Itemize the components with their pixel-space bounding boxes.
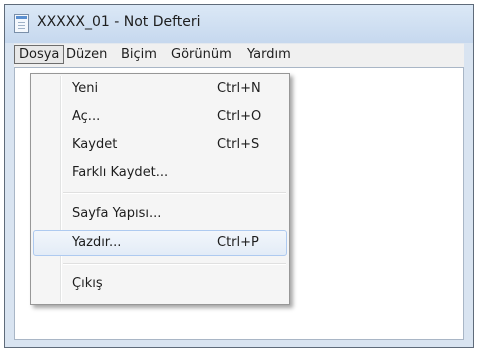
menu-bar: Dosya Düzen Biçim Görünüm Yardım (14, 43, 464, 68)
menu-dosya[interactable]: Dosya (14, 45, 65, 64)
menu-item-label: Sayfa Yapısı... (72, 206, 162, 221)
menu-item-label: Çıkış (72, 276, 103, 291)
menu-item-yeni[interactable]: Yeni Ctrl+N (33, 76, 287, 102)
menu-separator (63, 263, 286, 265)
menu-item-label: Yazdır... (72, 235, 122, 250)
menu-item-shortcut: Ctrl+N (217, 81, 261, 96)
menu-yardim[interactable]: Yardım (243, 45, 295, 64)
menu-separator (63, 192, 286, 194)
menu-item-sayfa-yapisi[interactable]: Sayfa Yapısı... (33, 201, 287, 227)
menu-gorunum[interactable]: Görünüm (167, 45, 236, 64)
menu-item-shortcut: Ctrl+O (217, 109, 262, 124)
menu-item-farkli-kaydet[interactable]: Farklı Kaydet... (33, 160, 287, 186)
menu-item-shortcut: Ctrl+P (217, 235, 259, 250)
menu-item-shortcut: Ctrl+S (217, 137, 260, 152)
menu-item-kaydet[interactable]: Kaydet Ctrl+S (33, 132, 287, 158)
title-bar: XXXXX_01 - Not Defteri (5, 5, 473, 43)
menu-bicim[interactable]: Biçim (117, 45, 161, 64)
window-title: XXXXX_01 - Not Defteri (37, 14, 201, 30)
file-menu-dropdown: Yeni Ctrl+N Aç... Ctrl+O Kaydet Ctrl+S F… (30, 73, 290, 305)
menu-item-ac[interactable]: Aç... Ctrl+O (33, 104, 287, 130)
menu-item-cikis[interactable]: Çıkış (33, 271, 287, 297)
menu-item-label: Farklı Kaydet... (72, 165, 169, 180)
notepad-icon (14, 14, 29, 33)
menu-duzen[interactable]: Düzen (62, 45, 111, 64)
menu-item-yazdir[interactable]: Yazdır... Ctrl+P (33, 230, 287, 256)
menu-item-label: Kaydet (72, 137, 118, 152)
menu-item-label: Yeni (72, 81, 99, 96)
menu-item-label: Aç... (72, 109, 101, 124)
